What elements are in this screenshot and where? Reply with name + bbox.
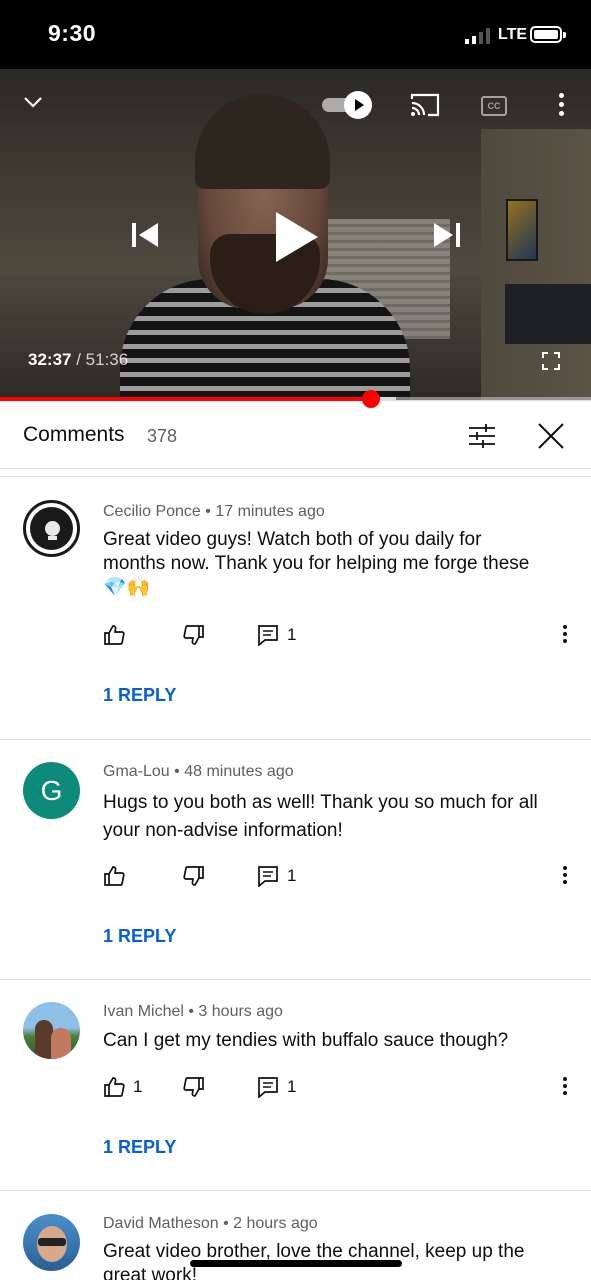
autoplay-toggle-icon[interactable] <box>322 91 374 119</box>
avatar[interactable] <box>23 1214 80 1271</box>
cc-icon[interactable]: CC <box>481 96 507 116</box>
comment-actions: 1 <box>103 623 573 647</box>
video-player[interactable]: CC 32:37 / 51:36 <box>0 69 591 400</box>
avatar[interactable] <box>23 500 80 557</box>
comment-author[interactable]: David Matheson <box>103 1215 219 1232</box>
thumbs-down-icon <box>183 866 204 886</box>
comment-menu-icon[interactable] <box>561 866 569 886</box>
network-label: LTE <box>498 26 528 43</box>
comment-age: 17 minutes ago <box>215 503 325 520</box>
comment-author[interactable]: Cecilio Ponce <box>103 503 201 520</box>
comment-line: your non-advise information! <box>103 820 343 841</box>
thumbs-down-icon <box>183 1077 204 1097</box>
comment-line: Great video guys! Watch both of you dail… <box>103 529 482 550</box>
comment-age: 2 hours ago <box>233 1215 318 1232</box>
like-count: 1 <box>133 1077 143 1096</box>
comment-age: 3 hours ago <box>198 1003 283 1020</box>
comment-text: Great video guys! Watch both of you dail… <box>103 528 573 600</box>
comment-line: Hugs to you both as well! Thank you so m… <box>103 792 538 813</box>
comment-age: 48 minutes ago <box>184 763 294 780</box>
play-icon[interactable] <box>272 210 322 264</box>
avatar[interactable] <box>23 1002 80 1059</box>
comments-count: 378 <box>147 426 178 446</box>
comment-line: Can I get my tendies with buffalo sauce … <box>103 1030 509 1051</box>
dislike-button[interactable] <box>183 864 205 888</box>
chevron-down-icon[interactable] <box>22 91 44 113</box>
status-time: 9:30 <box>48 20 97 46</box>
comment-text: Can I get my tendies with buffalo sauce … <box>103 1029 573 1053</box>
current-time: 32:37 <box>28 350 72 369</box>
dislike-button[interactable] <box>183 623 205 647</box>
duration: 51:36 <box>85 350 129 369</box>
view-replies-link[interactable]: 1 REPLY <box>103 685 176 706</box>
comment-icon <box>258 625 278 646</box>
comment-menu-icon[interactable] <box>561 625 569 645</box>
comment-menu-icon[interactable] <box>561 1077 569 1097</box>
status-bar: 9:30 LTE <box>0 0 591 69</box>
more-vert-icon[interactable] <box>553 93 569 117</box>
reply-count: 1 <box>287 866 297 885</box>
view-replies-link[interactable]: 1 REPLY <box>103 926 176 947</box>
comment-actions: 1 <box>103 864 573 888</box>
comment-meta: Gma-Lou • 48 minutes ago <box>103 763 294 780</box>
reply-button[interactable]: 1 <box>257 864 296 888</box>
comment-meta: David Matheson • 2 hours ago <box>103 1215 318 1232</box>
like-button[interactable] <box>103 864 125 888</box>
skip-next-icon[interactable] <box>432 220 462 250</box>
dislike-button[interactable] <box>183 1075 205 1099</box>
avatar[interactable]: G <box>23 762 80 819</box>
reply-count: 1 <box>287 625 297 644</box>
comment-item: G Gma-Lou • 48 minutes ago Hugs to you b… <box>0 740 591 980</box>
comment-icon <box>258 866 278 887</box>
thumbs-up-icon <box>104 1077 125 1097</box>
reply-button[interactable]: 1 <box>257 623 296 647</box>
time-separator: / <box>71 350 86 369</box>
comments-header: Comments 378 <box>0 401 591 469</box>
comment-text: Hugs to you both as well! Thank you so m… <box>103 789 573 845</box>
comment-item: Cecilio Ponce • 17 minutes ago Great vid… <box>0 478 591 740</box>
thumbs-down-icon <box>183 625 204 645</box>
time-display: 32:37 / 51:36 <box>28 350 128 370</box>
like-button[interactable] <box>103 623 125 647</box>
comments-title: Comments <box>23 423 125 446</box>
divider <box>0 476 591 477</box>
thumbs-up-icon <box>104 866 125 886</box>
comment-author[interactable]: Ivan Michel <box>103 1003 184 1020</box>
view-replies-link[interactable]: 1 REPLY <box>103 1137 176 1158</box>
comment-actions: 1 1 <box>103 1075 573 1099</box>
comment-author[interactable]: Gma-Lou <box>103 763 170 780</box>
thumbs-up-icon <box>104 625 125 645</box>
comment-icon <box>258 1077 278 1098</box>
comment-emoji: 💎🙌 <box>103 577 151 598</box>
comment-meta: Cecilio Ponce • 17 minutes ago <box>103 503 325 520</box>
reply-button[interactable]: 1 <box>257 1075 296 1099</box>
battery-icon <box>530 26 566 43</box>
signal-icon <box>465 28 490 44</box>
home-indicator[interactable] <box>190 1260 402 1267</box>
filter-icon[interactable] <box>468 422 496 450</box>
comment-meta: Ivan Michel • 3 hours ago <box>103 1003 283 1020</box>
reply-count: 1 <box>287 1077 297 1096</box>
skip-previous-icon[interactable] <box>130 220 160 250</box>
close-icon[interactable] <box>535 420 567 452</box>
fullscreen-icon[interactable] <box>542 352 560 370</box>
comment-item: Ivan Michel • 3 hours ago Can I get my t… <box>0 980 591 1191</box>
like-button[interactable]: 1 <box>103 1075 142 1099</box>
comment-line: months now. Thank you for helping me for… <box>103 553 530 574</box>
cast-icon[interactable] <box>410 93 440 117</box>
